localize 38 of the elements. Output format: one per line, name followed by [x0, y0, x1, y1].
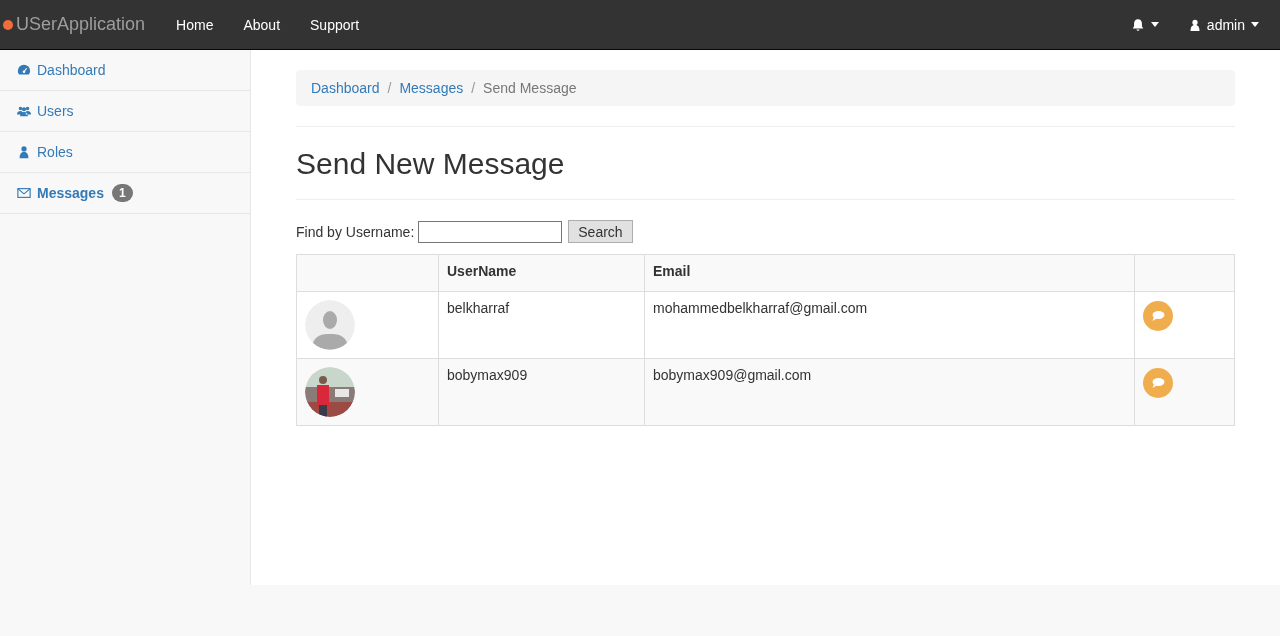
table-cell: mohammedbelkharraf@gmail.com: [644, 291, 1135, 359]
avatar-icon: [305, 300, 355, 350]
breadcrumb-link[interactable]: Messages: [399, 80, 464, 96]
table-cell: bobymax909: [438, 358, 645, 426]
breadcrumb-separator: /: [471, 80, 476, 96]
users-icon: [17, 104, 31, 118]
column-header: UserName: [438, 254, 645, 292]
bell-icon: [1130, 17, 1145, 32]
caret-icon: [1251, 22, 1259, 27]
page-heading: Send New Message: [296, 147, 1235, 200]
caret-icon: [1150, 22, 1159, 27]
envelope-icon: [17, 186, 31, 200]
column-header: Email: [644, 254, 1135, 292]
count-badge: 1: [111, 184, 133, 202]
breadcrumb-current: Send Message: [483, 80, 577, 96]
brand-dot-icon: [3, 19, 13, 30]
breadcrumb-link[interactable]: Dashboard: [311, 80, 380, 96]
nav-link[interactable]: About: [228, 16, 296, 33]
table-cell: belkharraf: [438, 291, 645, 359]
user-icon: [17, 145, 31, 159]
dashboard-icon: [17, 63, 31, 77]
user-icon: [1188, 18, 1201, 31]
user-name: admin: [1206, 16, 1245, 33]
nav-link[interactable]: Home: [161, 16, 229, 33]
sidebar-item[interactable]: Messages 1: [0, 173, 250, 214]
brand-link[interactable]: USerApplication: [16, 14, 148, 35]
user-dropdown[interactable]: admin: [1173, 16, 1274, 33]
search-field[interactable]: [418, 220, 563, 243]
nav-link[interactable]: Support: [295, 16, 375, 33]
speech-bubble-icon: [1151, 310, 1165, 322]
breadcrumb-separator: /: [387, 80, 392, 96]
sidebar-item[interactable]: Dashboard: [0, 50, 250, 91]
search-label: Find by Username:: [296, 223, 415, 240]
sidebar-item[interactable]: Roles: [0, 132, 250, 173]
table-cell: bobymax909@gmail.com: [644, 358, 1135, 426]
speech-bubble-icon: [1151, 377, 1165, 389]
sidebar-item[interactable]: Users: [0, 91, 250, 132]
search-button[interactable]: Search: [568, 220, 633, 243]
